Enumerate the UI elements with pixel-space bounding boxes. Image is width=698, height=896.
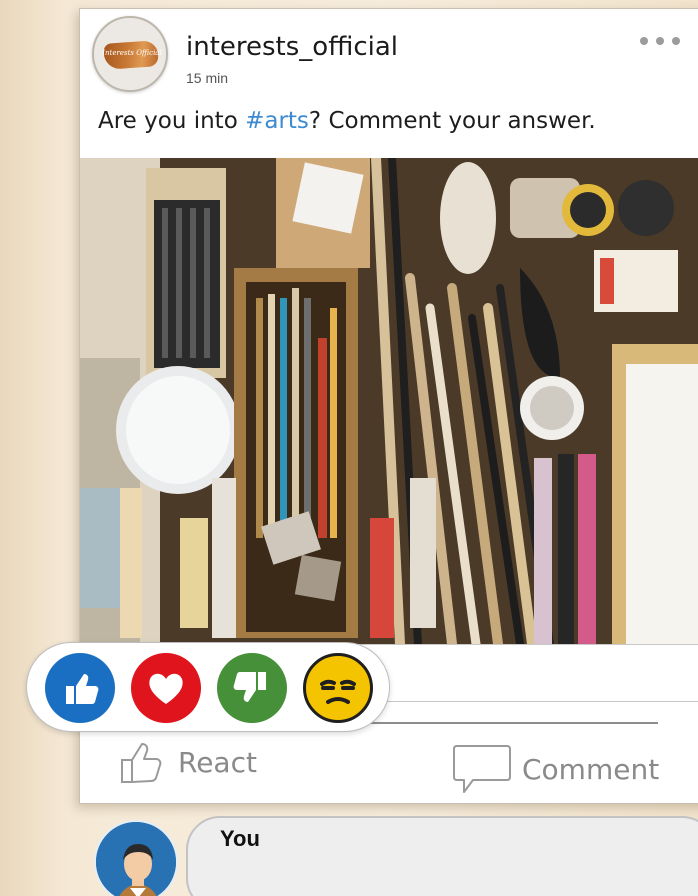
reaction-picker — [26, 642, 390, 732]
user-avatar[interactable] — [94, 820, 178, 896]
love-reaction-button[interactable] — [131, 653, 201, 723]
account-avatar[interactable]: Interests Official — [92, 16, 168, 92]
hashtag-link[interactable]: #arts — [245, 108, 309, 134]
comment-input[interactable] — [186, 816, 698, 896]
dislike-reaction-button[interactable] — [217, 653, 287, 723]
react-label: React — [178, 745, 257, 779]
more-options-icon[interactable] — [640, 34, 680, 48]
post-caption: Are you into #arts? Comment your answer. — [98, 108, 596, 134]
comment-button[interactable]: Comment — [452, 742, 659, 796]
comment-label: Comment — [522, 752, 660, 786]
thumbs-up-outline-icon — [121, 743, 162, 783]
comment-author: You — [220, 826, 260, 851]
caption-text: Are you into — [98, 108, 246, 134]
reaction-strip — [360, 644, 698, 702]
speech-bubble-icon — [453, 745, 511, 793]
thumbs-up-icon — [66, 674, 99, 704]
post-photo[interactable] — [80, 158, 698, 644]
react-button[interactable]: React — [116, 736, 257, 788]
divider — [370, 722, 658, 724]
thumbs-down-icon — [233, 672, 266, 702]
post-timestamp: 15 min — [186, 70, 229, 86]
caption-text-end: ? Comment your answer. — [308, 108, 596, 134]
heart-icon — [149, 673, 183, 704]
meh-reaction-button[interactable] — [303, 653, 373, 723]
brand-logo-text: Interests Official — [102, 49, 162, 57]
unamused-face-icon — [320, 679, 356, 704]
post-username[interactable]: interests_official — [186, 32, 398, 62]
like-reaction-button[interactable] — [45, 653, 115, 723]
